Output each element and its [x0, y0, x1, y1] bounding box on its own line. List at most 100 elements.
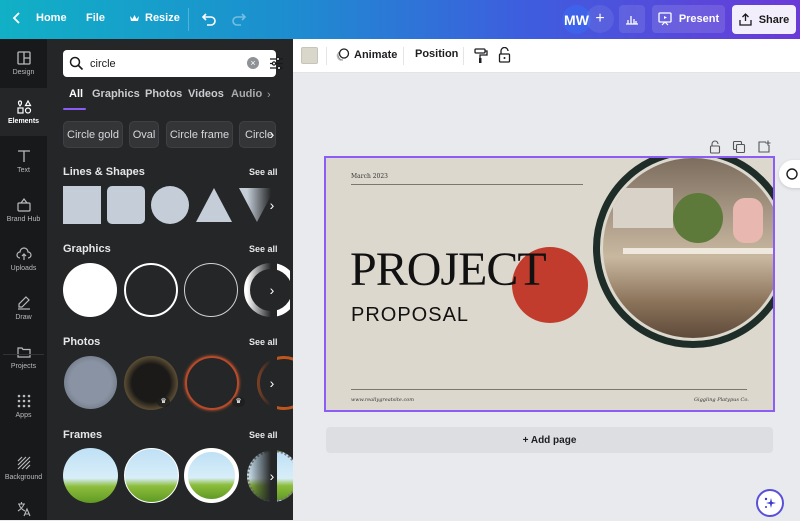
sidebar-item-design[interactable]: Design [0, 39, 47, 87]
add-page-icon[interactable] [757, 140, 771, 154]
add-page-button[interactable]: + Add page [326, 427, 773, 453]
section-title-photos: Photos [63, 336, 101, 348]
search-box: × [63, 50, 283, 77]
undo-icon[interactable] [200, 10, 218, 28]
slide-company[interactable]: Giggling Platypus Co. [694, 397, 749, 403]
frame-circle[interactable] [63, 448, 118, 503]
position-button[interactable]: Position [415, 48, 458, 60]
active-tab-indicator [63, 108, 86, 110]
stripes-icon [17, 456, 30, 470]
graphic-filled-circle[interactable] [63, 263, 117, 317]
tabs-next-icon[interactable]: › [267, 89, 271, 101]
slide-subtitle[interactable]: PROPOSAL [351, 304, 469, 327]
filter-sliders-icon[interactable] [269, 56, 284, 71]
unlock-icon[interactable] [498, 47, 511, 63]
premium-crown-icon: ♛ [157, 397, 170, 407]
bar-chart-icon [626, 16, 638, 25]
paint-roller-icon[interactable] [474, 48, 488, 64]
sidebar-item-background[interactable]: Background [0, 444, 47, 492]
position-label: Position [415, 48, 459, 60]
sidebar-rail: Design Elements Text Brand Hub Uploads D… [0, 39, 47, 520]
resize-label: Resize [145, 12, 180, 24]
tab-audio[interactable]: Audio [231, 88, 262, 100]
tab-videos[interactable]: Videos [188, 88, 224, 100]
graphics-next-icon[interactable]: › [261, 272, 283, 308]
tab-photos[interactable]: Photos [145, 88, 182, 100]
graphic-circle-outline[interactable] [124, 263, 178, 317]
brand-icon [16, 198, 31, 212]
office-photo[interactable] [603, 158, 773, 338]
add-collaborator-button[interactable]: + [586, 5, 614, 33]
resize-button[interactable]: Resize [130, 12, 180, 24]
notes-tab[interactable] [779, 160, 800, 188]
animate-button[interactable]: Animate [336, 48, 397, 61]
sidebar-item-label: Text [17, 167, 30, 174]
lock-page-icon[interactable] [708, 140, 722, 154]
slide-bottom-rule[interactable] [351, 389, 747, 390]
context-toolbar: Animate Position [293, 39, 800, 73]
duplicate-page-icon[interactable] [732, 140, 746, 154]
tab-graphics[interactable]: Graphics [92, 88, 140, 100]
sidebar-item-translate[interactable] [0, 497, 47, 521]
present-button[interactable]: Present [652, 5, 725, 33]
magic-assistant-button[interactable] [756, 489, 784, 517]
sidebar-item-draw[interactable]: Draw [0, 284, 47, 332]
background-color-swatch[interactable] [301, 47, 318, 64]
share-button[interactable]: Share [732, 5, 796, 34]
sparkle-icon [764, 497, 776, 508]
shapes-next-icon[interactable]: › [261, 187, 283, 223]
redo-icon[interactable] [230, 10, 248, 28]
chevron-left-icon [12, 12, 20, 24]
comment-icon [786, 168, 798, 180]
sidebar-item-apps[interactable]: Apps [0, 382, 47, 430]
home-button[interactable]: Home [12, 12, 67, 24]
sidebar-item-text[interactable]: Text [0, 137, 47, 185]
see-all-frames[interactable]: See all [249, 430, 278, 440]
text-icon [17, 150, 30, 162]
section-title-lines-shapes: Lines & Shapes [63, 166, 145, 178]
insights-button[interactable] [619, 5, 645, 33]
slide-page[interactable]: March 2023 PROJECT PROPOSAL www.reallygr… [324, 156, 775, 412]
slide-website[interactable]: www.reallygreatsite.com [351, 397, 414, 403]
shape-square[interactable] [63, 186, 101, 224]
chips-next-icon[interactable]: › [261, 116, 283, 152]
clear-search-icon[interactable]: × [247, 57, 259, 69]
sidebar-item-label: Elements [7, 118, 40, 125]
frames-next-icon[interactable]: › [261, 458, 283, 494]
shape-circle[interactable] [151, 186, 189, 224]
see-all-photos[interactable]: See all [249, 337, 278, 347]
photo-fire-ring[interactable] [185, 356, 239, 410]
frame-circle-thick-border[interactable] [184, 448, 239, 503]
slide-top-rule[interactable] [351, 184, 583, 185]
sidebar-item-elements[interactable]: Elements [0, 88, 47, 136]
slide-title[interactable]: PROJECT [350, 246, 547, 294]
sidebar-item-uploads[interactable]: Uploads [0, 235, 47, 283]
photos-next-icon[interactable]: › [261, 365, 283, 401]
search-icon [69, 56, 84, 71]
slide-date[interactable]: March 2023 [351, 173, 388, 180]
file-menu-button[interactable]: File [86, 12, 105, 24]
search-input[interactable] [90, 55, 240, 72]
folder-icon [16, 347, 31, 358]
sidebar-item-label: Uploads [10, 265, 37, 272]
sidebar-item-projects[interactable]: Projects [0, 333, 47, 381]
sidebar-item-brand-hub[interactable]: Brand Hub [0, 186, 47, 234]
frame-circle-thin-border[interactable] [124, 448, 179, 503]
shape-rounded-square[interactable] [107, 186, 145, 224]
suggestion-chip[interactable]: Circle gold [63, 121, 123, 148]
suggestion-chip[interactable]: Circle frame [166, 121, 233, 148]
cloud-upload-icon [15, 247, 32, 260]
layout-icon [16, 51, 31, 65]
see-all-lines-shapes[interactable]: See all [249, 167, 278, 177]
sidebar-item-label: Brand Hub [6, 216, 41, 223]
sidebar-item-label: Projects [10, 363, 37, 370]
elements-panel: × All Graphics Photos Videos Audio › Cir… [47, 39, 293, 520]
photo-grunge-circle[interactable] [64, 356, 117, 409]
premium-crown-icon: ♛ [232, 397, 245, 407]
sidebar-item-label: Design [12, 69, 35, 76]
see-all-graphics[interactable]: See all [249, 244, 278, 254]
suggestion-chip[interactable]: Oval [129, 121, 159, 148]
graphic-thin-circle[interactable] [184, 263, 238, 317]
tab-all[interactable]: All [69, 88, 83, 100]
shape-triangle[interactable] [195, 186, 233, 224]
